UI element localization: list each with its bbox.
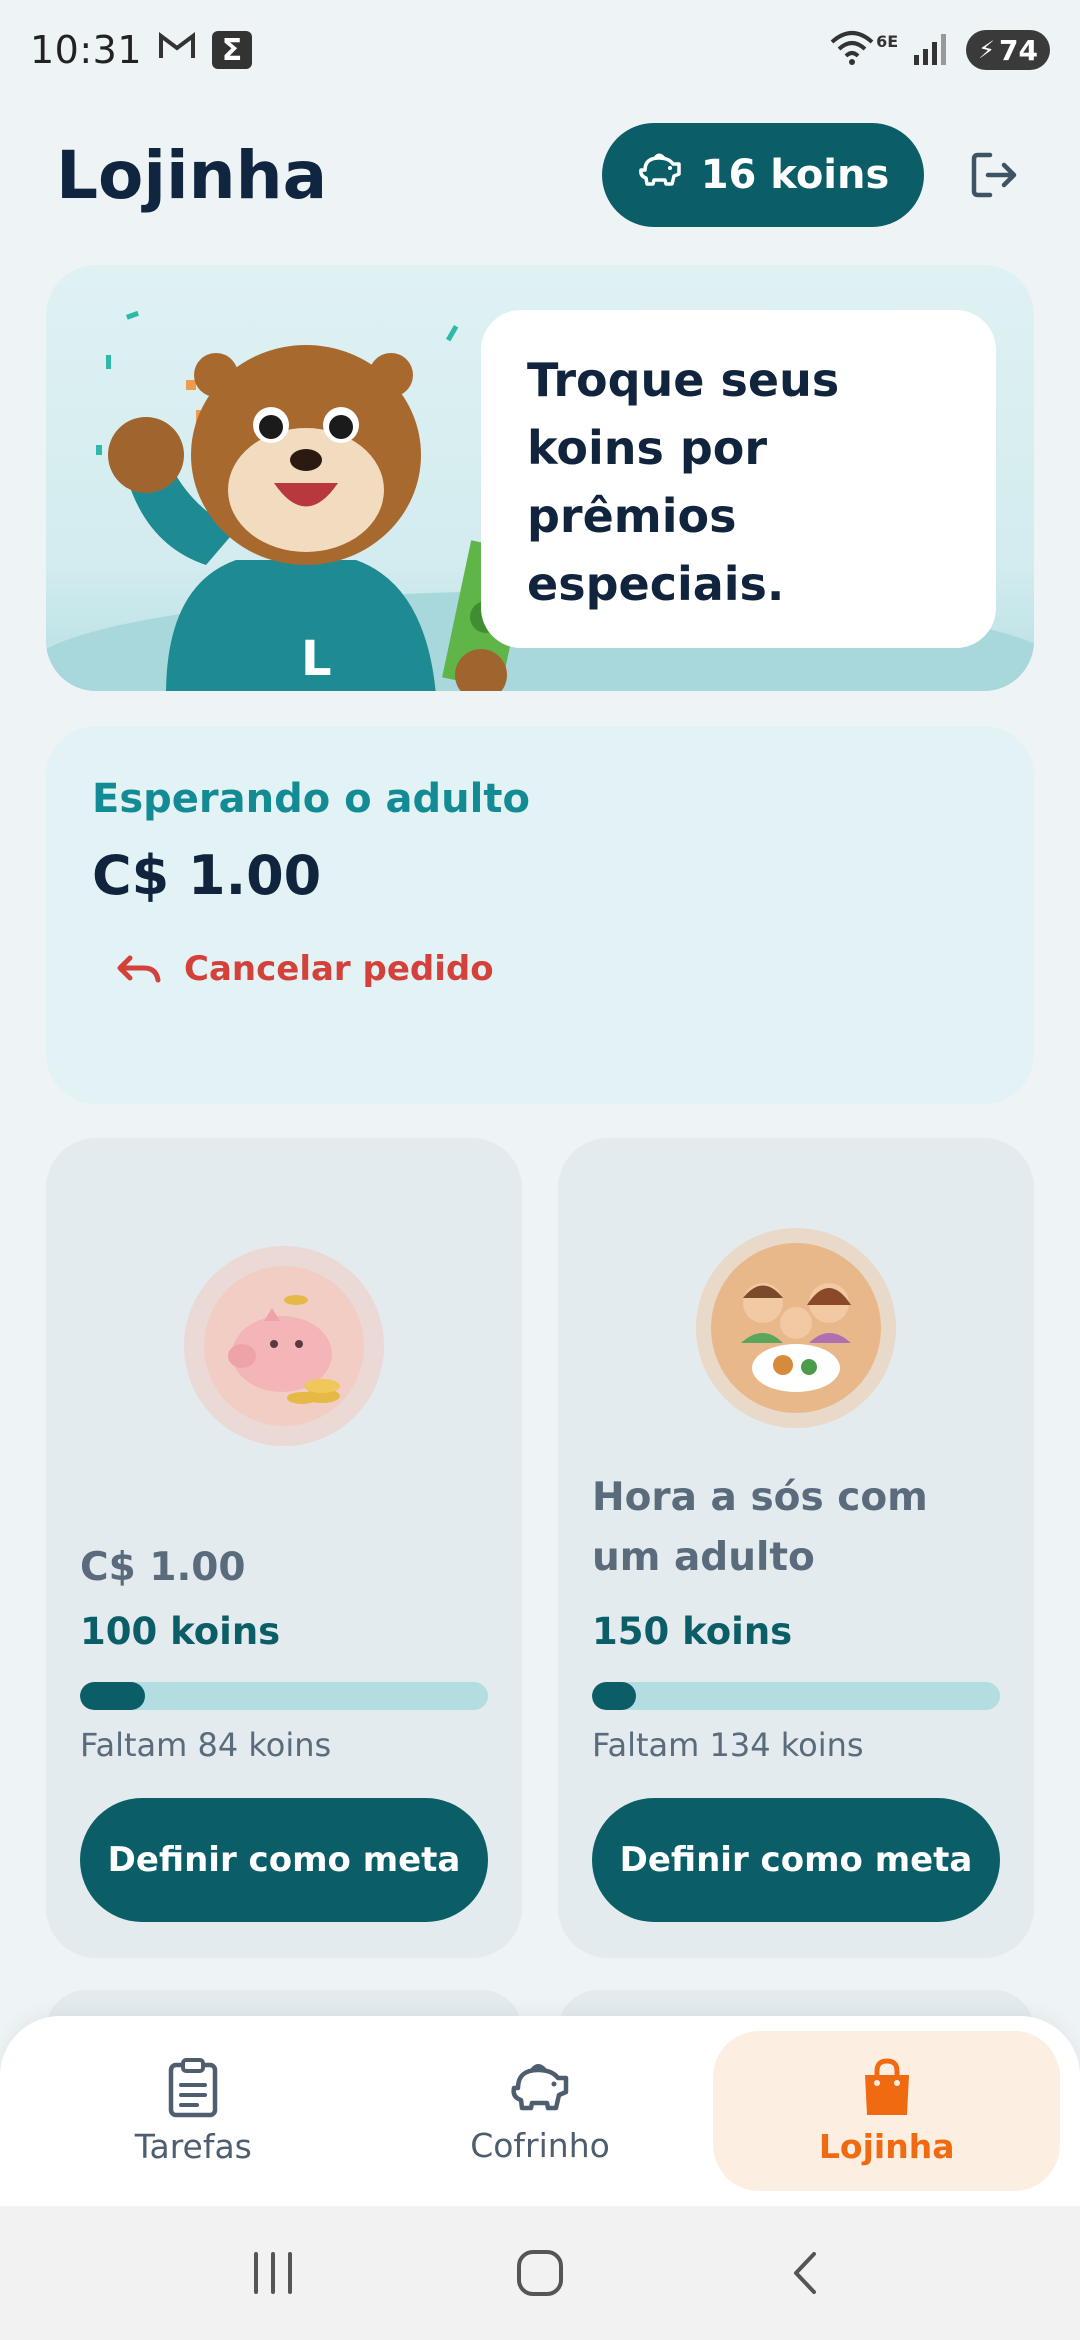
nav-tab-piggy[interactable]: Cofrinho	[367, 2031, 714, 2191]
reward-image	[184, 1246, 384, 1446]
reward-progress-fill	[592, 1682, 636, 1710]
reward-progress-bar	[80, 1682, 488, 1710]
koins-balance-button[interactable]: 16 koins	[602, 123, 924, 227]
bottom-nav: Tarefas Cofrinho Lojinha	[0, 2016, 1080, 2206]
reward-title: Hora a sós com um adulto	[592, 1475, 928, 1580]
network-type: 6E	[876, 31, 899, 51]
koins-balance-label: 16 koins	[700, 152, 890, 198]
shopping-bag-icon	[864, 2057, 909, 2115]
family-meal-icon	[711, 1243, 881, 1413]
pending-status: Esperando o adulto	[92, 776, 530, 822]
reward-cost: 100 koins	[80, 1610, 281, 1653]
back-button[interactable]	[767, 2233, 847, 2313]
charging-icon: ⚡	[978, 36, 996, 64]
nav-tab-tasks[interactable]: Tarefas	[20, 2031, 367, 2191]
cancel-request-button[interactable]: Cancelar pedido	[116, 949, 988, 989]
status-bar: 10:31 Σ 6E ⚡ 74	[0, 0, 1080, 100]
status-time: 10:31	[30, 28, 143, 72]
gmail-icon	[158, 31, 196, 69]
nav-tab-tasks-label: Tarefas	[134, 2126, 252, 2166]
battery-level: 74	[999, 33, 1038, 67]
logout-icon	[971, 152, 1017, 198]
cancel-request-label: Cancelar pedido	[184, 949, 494, 989]
back-icon	[793, 2252, 816, 2294]
header: Lojinha 16 koins	[0, 120, 1080, 230]
status-right: 6E ⚡ 74	[828, 28, 1050, 72]
reward-progress-fill	[80, 1682, 146, 1710]
clipboard-icon	[169, 2057, 218, 2117]
home-icon	[516, 2250, 563, 2296]
wifi-icon	[828, 28, 876, 72]
set-goal-button[interactable]: Definir como meta	[80, 1798, 488, 1922]
nav-tab-shop-label: Lojinha	[818, 2126, 955, 2166]
nav-tab-piggy-label: Cofrinho	[470, 2125, 610, 2165]
piggy-bank-icon	[204, 1266, 364, 1426]
sigma-app-icon: Σ	[212, 31, 253, 69]
piggy-bank-icon	[511, 2063, 569, 2110]
reward-remaining: Faltam 84 koins	[80, 1726, 332, 1764]
reward-progress-bar	[592, 1682, 1000, 1710]
promo-banner: L Troque seus koins por prêmios especiai…	[46, 265, 1034, 691]
pending-title: C$ 1.00	[92, 844, 322, 907]
nav-tab-shop[interactable]: Lojinha	[713, 2031, 1061, 2191]
reward-card: Hora a sós com um adulto 150 koins Falta…	[558, 1138, 1034, 1958]
system-nav-bar	[0, 2206, 1080, 2340]
reward-title: C$ 1.00	[80, 1545, 246, 1590]
reward-remaining: Faltam 134 koins	[592, 1726, 864, 1764]
banner-message: Troque seus koins por prêmios especiais.	[481, 310, 996, 648]
svg-text:L: L	[301, 631, 332, 687]
reward-card: C$ 1.00 100 koins Faltam 84 koins Defini…	[46, 1138, 522, 1958]
set-goal-button[interactable]: Definir como meta	[592, 1798, 1000, 1922]
pending-request-card: Esperando o adulto C$ 1.00 Cancelar pedi…	[46, 726, 1034, 1104]
recent-apps-icon	[254, 2252, 293, 2294]
logout-button[interactable]	[964, 145, 1024, 205]
piggy-bank-icon	[637, 150, 683, 200]
page-title: Lojinha	[56, 136, 328, 214]
status-left: 10:31 Σ	[30, 28, 253, 72]
reward-image	[696, 1228, 896, 1428]
undo-icon	[117, 955, 161, 983]
home-button[interactable]	[500, 2233, 580, 2313]
signal-icon	[912, 31, 952, 69]
battery-indicator: ⚡ 74	[966, 30, 1050, 70]
recent-apps-button[interactable]	[233, 2233, 313, 2313]
reward-cost: 150 koins	[592, 1610, 793, 1653]
